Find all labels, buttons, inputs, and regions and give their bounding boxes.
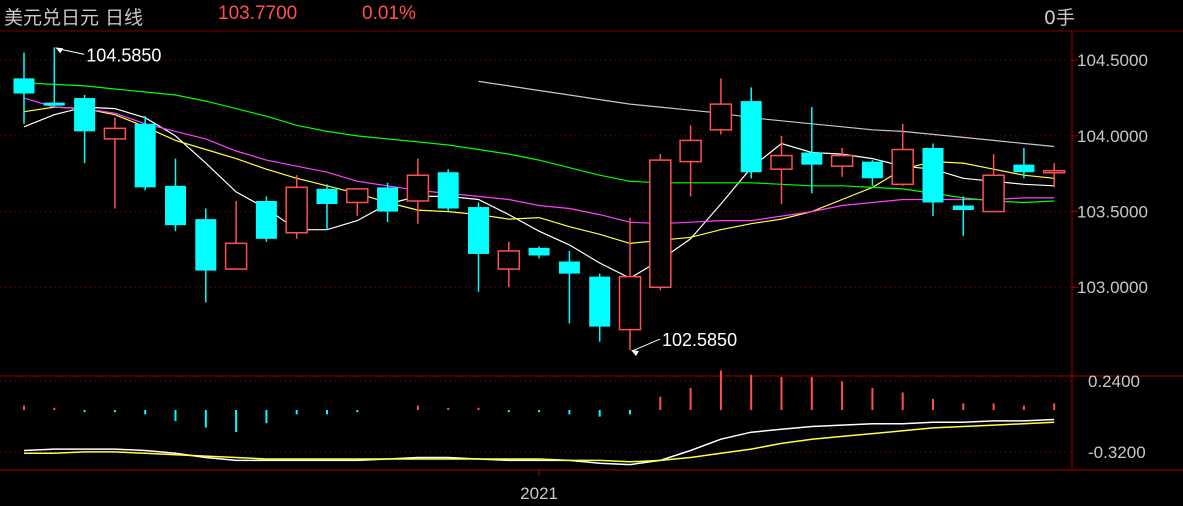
price-tick-label: 103.5000 [1077,203,1148,222]
chart-frame [0,30,1183,471]
candle-body-up [679,139,702,163]
indicator-panel [23,370,1056,466]
candle-body-down [1013,164,1035,173]
annotation-arrow [631,338,661,352]
candle-body-up [285,186,308,234]
candle-body-up [224,242,248,270]
candle-body-down [437,172,459,209]
annotation-label: 102.5850 [662,330,737,350]
indicator-axis: 0.2400 -0.3200 [0,372,1146,462]
candle-body-down [952,205,974,211]
candle-body-up [830,154,854,167]
candle-body-down [558,261,580,274]
candle-body-down [740,101,762,173]
candle-body-down [255,200,277,239]
candle-body-up [982,174,1005,213]
candle-body-down [316,188,338,204]
candle-body-down [922,148,944,203]
annotation-label: 104.5850 [86,45,161,65]
time-axis: 2021 [520,470,558,503]
candle-body-up [649,159,672,288]
candle-body-up [709,103,733,131]
price-tick-label: 104.5000 [1077,51,1148,70]
candle-body-down [861,161,883,179]
candle-body-up [618,275,642,331]
candle-body-down [528,247,550,256]
indicator-line [24,421,1055,463]
time-label: 2021 [520,484,558,503]
candle-body-up [497,250,521,270]
indicator-tick-label: 0.2400 [1088,372,1140,391]
candle-body-up [346,188,369,204]
candle-body-up [103,127,127,140]
price-tick-label: 103.0000 [1077,278,1148,297]
indicator-tick-label: -0.3200 [1088,443,1146,462]
candle-body-down [43,102,65,106]
candle-body-down [468,207,489,254]
candle-body-down [801,152,823,165]
price-tick-label: 104.0000 [1077,127,1148,146]
candle-body-down [165,185,186,226]
candle-body-down [134,123,156,188]
candle-body-down [377,187,399,212]
candle-body-up [1042,169,1066,174]
candle-body-down [13,78,35,94]
candle-body-up [891,148,914,186]
candle-body-down [195,219,217,271]
candlestick-chart[interactable]: 104.5000 104.0000 103.5000 103.0000 0.2400 -… [0,0,1183,506]
candle-body-down [589,276,611,327]
indicator-line [23,418,1055,466]
candle-body-up [406,174,430,202]
candle-body-up [770,154,793,170]
annotation-arrowhead [55,47,64,54]
candle-body-down [74,98,96,132]
price-axis: 104.5000 104.0000 103.5000 103.0000 [1072,51,1148,297]
candles [13,47,1066,351]
annotation-arrowhead [631,350,639,357]
moving-average-line [478,80,1055,148]
